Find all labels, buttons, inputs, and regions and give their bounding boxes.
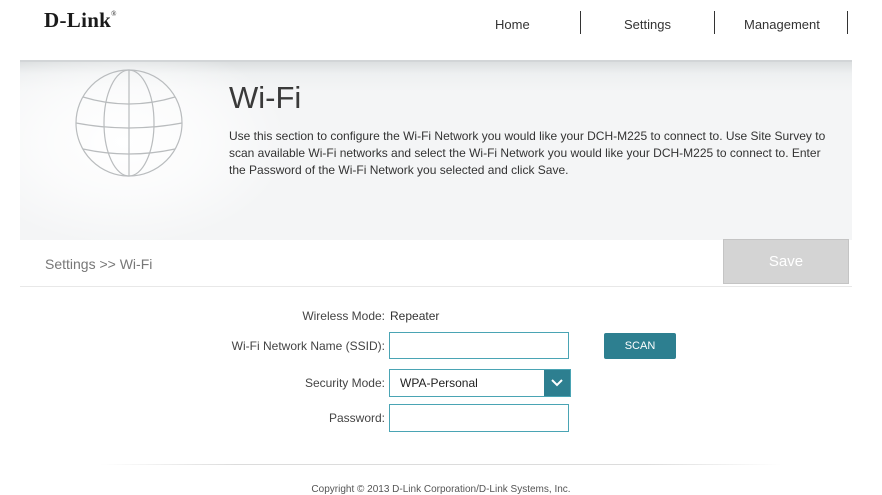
password-input[interactable] bbox=[389, 404, 569, 432]
security-mode-select[interactable]: WPA-Personal bbox=[389, 369, 571, 397]
chevron-down-icon[interactable] bbox=[544, 370, 570, 396]
ssid-label: Wi-Fi Network Name (SSID): bbox=[231, 339, 385, 353]
nav-divider bbox=[714, 11, 715, 34]
hero-banner: Wi-Fi Use this section to configure the … bbox=[20, 60, 852, 240]
page-description: Use this section to configure the Wi-Fi … bbox=[229, 129, 826, 177]
top-bar: D-Link® Home Settings Management bbox=[0, 0, 882, 48]
footer-divider bbox=[100, 464, 782, 465]
save-button[interactable]: Save bbox=[723, 239, 849, 284]
nav-management[interactable]: Management bbox=[744, 16, 820, 33]
nav-divider bbox=[580, 11, 581, 34]
scan-button[interactable]: SCAN bbox=[604, 333, 676, 359]
dlink-logo: D-Link® bbox=[44, 8, 117, 33]
wireless-mode-label: Wireless Mode: bbox=[302, 309, 385, 323]
security-mode-value: WPA-Personal bbox=[400, 376, 478, 390]
nav-settings[interactable]: Settings bbox=[624, 16, 671, 33]
breadcrumb-bar: Settings >> Wi-Fi Save bbox=[20, 239, 852, 287]
copyright-text: Copyright © 2013 D-Link Corporation/D-Li… bbox=[311, 484, 571, 495]
breadcrumb: Settings >> Wi-Fi bbox=[45, 256, 153, 272]
registered-mark: ® bbox=[111, 10, 117, 18]
page-title: Wi-Fi bbox=[229, 80, 302, 115]
logo-text: D-Link bbox=[44, 8, 112, 32]
security-mode-label: Security Mode: bbox=[304, 376, 385, 390]
nav-home[interactable]: Home bbox=[495, 16, 530, 33]
nav-divider bbox=[847, 11, 848, 34]
globe-icon bbox=[75, 69, 183, 177]
password-label: Password: bbox=[328, 411, 385, 425]
ssid-input[interactable] bbox=[389, 332, 569, 359]
wireless-mode-value: Repeater bbox=[390, 309, 440, 323]
